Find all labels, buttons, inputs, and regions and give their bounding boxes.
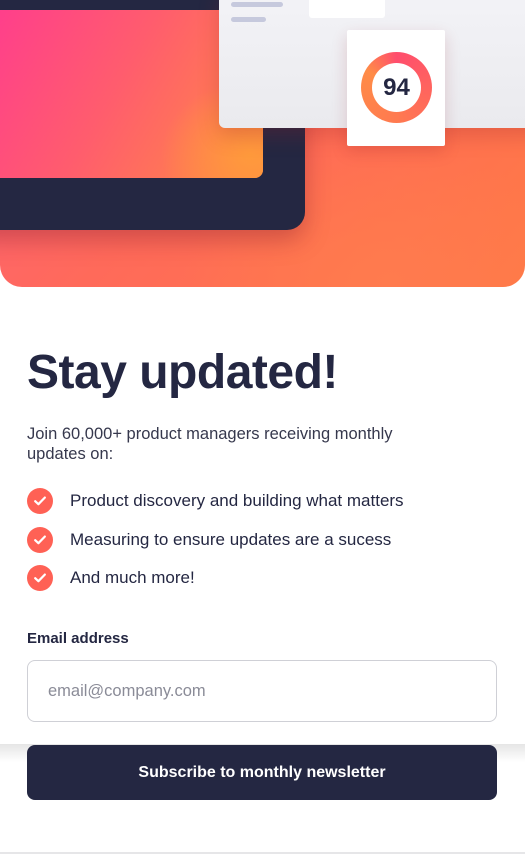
check-icon	[27, 565, 53, 591]
dashboard-line	[231, 2, 283, 7]
feature-label: And much more!	[70, 568, 195, 587]
email-field[interactable]	[27, 660, 497, 722]
email-label: Email address	[27, 630, 129, 647]
feature-item: And much more!	[27, 565, 404, 591]
dashboard-tab	[309, 0, 385, 18]
feature-label: Product discovery and building what matt…	[70, 491, 404, 510]
score-value: 94	[383, 74, 410, 101]
page-title: Stay updated!	[27, 346, 338, 399]
feature-item: Product discovery and building what matt…	[27, 488, 404, 514]
hero-illustration: 94	[0, 0, 525, 287]
dashboard-line	[231, 17, 266, 22]
score-card: 94	[347, 30, 445, 146]
check-icon	[27, 488, 53, 514]
subscribe-button[interactable]: Subscribe to monthly newsletter	[27, 745, 497, 800]
intro-text: Join 60,000+ product managers receiving …	[27, 425, 393, 463]
feature-item: Measuring to ensure updates are a sucess	[27, 526, 404, 553]
feature-list: Product discovery and building what matt…	[27, 488, 404, 604]
feature-label: Measuring to ensure updates are a sucess	[70, 529, 392, 549]
check-icon	[27, 526, 53, 553]
